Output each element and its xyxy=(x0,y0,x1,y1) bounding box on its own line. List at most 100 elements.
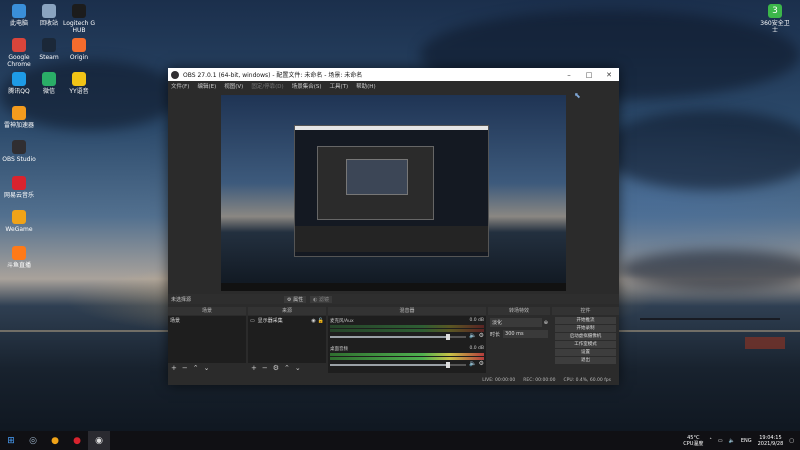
leishen-icon xyxy=(12,106,26,120)
menu-file[interactable]: 文件(F) xyxy=(171,82,189,90)
desktop-icon[interactable]: 微信 xyxy=(32,72,66,95)
studio-mode-button[interactable]: 工作室模式 xyxy=(555,341,616,348)
source-settings-icon[interactable]: ⚙ xyxy=(273,364,279,372)
menu-docks[interactable]: 固定/停靠(D) xyxy=(251,82,283,90)
desktop-icon[interactable]: YY语音 xyxy=(62,72,96,95)
menu-help[interactable]: 帮助(H) xyxy=(356,82,375,90)
obs-titlebar[interactable]: OBS 27.0.1 (64-bit, windows) - 配置文件: 未命名… xyxy=(168,68,619,81)
desktop-icon[interactable]: Logitech G HUB xyxy=(62,4,96,34)
steam-taskbar-icon[interactable]: ◎ xyxy=(22,431,44,450)
transitions-header: 转场特效 xyxy=(488,307,550,315)
source-down-icon[interactable]: ⌄ xyxy=(295,364,301,372)
add-source-icon[interactable]: + xyxy=(251,364,257,372)
desktop-icon-360[interactable]: 3 360安全卫士 xyxy=(758,4,792,34)
exit-button[interactable]: 退出 xyxy=(555,357,616,364)
volume-slider[interactable] xyxy=(330,333,467,340)
chevron-up-icon[interactable]: ˄ xyxy=(709,438,712,444)
source-toolbar: 未选择源 ⚙ 属性 ◐ 滤镜 xyxy=(168,294,619,304)
speaker-icon[interactable]: 🔈 xyxy=(469,360,476,367)
start-streaming-button[interactable]: 开始推流 xyxy=(555,317,616,324)
desktop-icon[interactable]: Origin xyxy=(62,38,96,61)
rec-status: REC: 00:00:00 xyxy=(523,377,556,383)
language-indicator[interactable]: ENG xyxy=(741,438,752,444)
source-up-icon[interactable]: ⌃ xyxy=(284,364,290,372)
add-transition-icon[interactable]: ⊕ xyxy=(544,320,548,326)
speaker-icon[interactable]: 🔈 xyxy=(469,332,476,339)
obs-taskbar-icon[interactable]: ◉ xyxy=(88,431,110,450)
netease-taskbar-icon[interactable]: ● xyxy=(66,431,88,450)
menu-tools[interactable]: 工具(T) xyxy=(330,82,349,90)
close-icon[interactable]: ✕ xyxy=(599,71,619,79)
channel-settings-icon[interactable]: ⚙ xyxy=(479,332,484,339)
clock[interactable]: 19:04:15 2021/9/28 xyxy=(758,435,784,447)
preview-canvas[interactable] xyxy=(221,95,566,291)
volume-meter xyxy=(330,325,484,328)
desktop-icon-label: WeGame xyxy=(5,226,33,233)
scenes-header: 场景 xyxy=(168,307,246,315)
desktop-icon[interactable]: 此电脑 xyxy=(2,4,36,27)
desktop-icon[interactable]: 网易云音乐 xyxy=(2,176,36,199)
remove-scene-icon[interactable]: − xyxy=(182,364,188,372)
cpu-temp-label: CPU温度 xyxy=(683,440,704,447)
obs-window[interactable]: OBS 27.0.1 (64-bit, windows) - 配置文件: 未命名… xyxy=(168,68,619,385)
channel-name: 桌面音频 xyxy=(330,347,348,352)
mixer-header: 混音器 xyxy=(328,307,486,315)
minimize-icon[interactable]: – xyxy=(559,71,579,79)
channel-settings-icon[interactable]: ⚙ xyxy=(479,360,484,367)
filters-button[interactable]: ◐ 滤镜 xyxy=(310,295,333,303)
volume-meter xyxy=(330,353,484,356)
mixer-dock: 混音器 麦克风/Aux 0.0 dB 🔈 ⚙ 桌面音频 0.0 dB 🔈 ⚙ xyxy=(328,307,486,373)
status-bar: LIVE: 00:00:00 REC: 00:00:00 CPU: 0.4%, … xyxy=(168,375,619,385)
window-title: OBS 27.0.1 (64-bit, windows) - 配置文件: 未命名… xyxy=(183,72,363,79)
cpu-temp: 45°C CPU温度 xyxy=(683,435,703,447)
windows-start-icon[interactable]: ⊞ xyxy=(0,431,22,450)
monitor-icon: ▭ xyxy=(250,317,255,324)
visibility-eye-icon[interactable]: ◉ xyxy=(311,318,315,324)
volume-slider[interactable] xyxy=(330,361,467,368)
notification-icon[interactable]: ▢ xyxy=(789,438,794,444)
desktop-icon-label: OBS Studio xyxy=(2,156,36,163)
scene-item[interactable]: 场景 xyxy=(168,316,246,325)
volume-icon[interactable]: 🔈 xyxy=(729,438,735,444)
source-item[interactable]: ▭ 显示器采集 ◉ 🔓 xyxy=(248,316,326,325)
desktop-icon[interactable]: 回收站 xyxy=(32,4,66,27)
computer-icon xyxy=(12,4,26,18)
sources-header: 来源 xyxy=(248,307,326,315)
move-down-icon[interactable]: ⌄ xyxy=(204,364,210,372)
move-up-icon[interactable]: ⌃ xyxy=(193,364,199,372)
lock-icon[interactable]: 🔓 xyxy=(318,318,324,324)
menu-view[interactable]: 视图(V) xyxy=(224,82,243,90)
desktop-icon[interactable]: 雷神加速器 xyxy=(2,106,36,129)
menu-edit[interactable]: 编辑(E) xyxy=(197,82,216,90)
maximize-icon[interactable]: □ xyxy=(579,71,599,79)
desktop-icon[interactable]: WeGame xyxy=(2,210,36,233)
add-scene-icon[interactable]: + xyxy=(171,364,177,372)
channel-db: 0.0 dB xyxy=(469,346,484,351)
wegame-taskbar-icon[interactable]: ● xyxy=(44,431,66,450)
menu-bar: 文件(F) 编辑(E) 视图(V) 固定/停靠(D) 场景集合(S) 工具(T)… xyxy=(168,81,619,90)
desktop-icon-label: 此电脑 xyxy=(9,20,28,27)
transition-select[interactable]: 淡化 xyxy=(490,318,542,327)
desktop-icon-label: Logitech G HUB xyxy=(62,20,96,34)
desktop-icon[interactable]: 斗鱼直播 xyxy=(2,246,36,269)
remove-source-icon[interactable]: − xyxy=(262,364,268,372)
desktop-icon[interactable]: 腾讯QQ xyxy=(2,72,36,95)
desktop-icon[interactable]: Steam xyxy=(32,38,66,61)
duration-input[interactable]: 300 ms xyxy=(503,330,548,338)
taskbar: ⊞ ◎ ● ● ◉ 45°C CPU温度 ˄ ▭ 🔈 ENG 19:04:15 … xyxy=(0,431,800,450)
settings-button[interactable]: 设置 xyxy=(555,349,616,356)
nested-preview-1 xyxy=(294,125,489,257)
desktop-icon-label: Steam xyxy=(39,54,59,61)
bench xyxy=(745,337,785,349)
mixer-channel-mic: 麦克风/Aux 0.0 dB 🔈 ⚙ xyxy=(330,318,484,340)
menu-scene-collection[interactable]: 场景集合(S) xyxy=(292,82,322,90)
properties-button[interactable]: ⚙ 属性 xyxy=(284,295,307,303)
desktop-icon[interactable]: OBS Studio xyxy=(2,140,36,163)
desktop-icon-label: Google Chrome xyxy=(7,54,31,68)
virtual-camera-button[interactable]: 启动虚拟摄像机 xyxy=(555,333,616,340)
channel-db: 0.0 dB xyxy=(469,318,484,323)
start-recording-button[interactable]: 开始录制 xyxy=(555,325,616,332)
cpu-status: CPU: 0.4%, 60.00 fps xyxy=(563,377,612,383)
desktop-icon[interactable]: Google Chrome xyxy=(2,38,36,68)
network-icon[interactable]: ▭ xyxy=(718,438,723,444)
